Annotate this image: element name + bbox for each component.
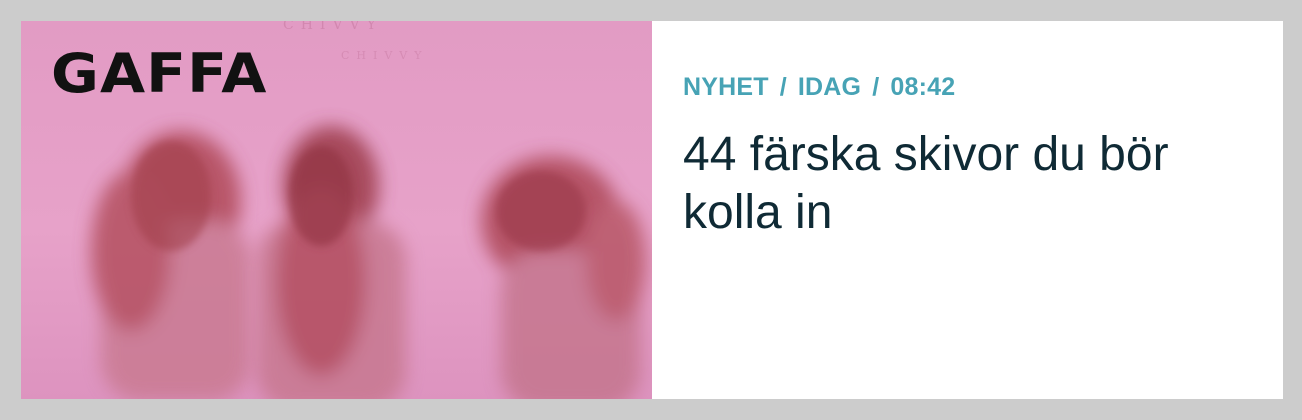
album-text-faint: CHIVVY: [283, 21, 383, 33]
article-image[interactable]: CHIVVY CHIVVY GAFFA: [21, 21, 652, 399]
time-label: 08:42: [890, 73, 956, 101]
meta-separator: /: [779, 73, 787, 101]
meta-separator: /: [872, 73, 880, 101]
article-meta: NYHET / IDAG / 08:42: [683, 73, 1253, 102]
date-label: IDAG: [797, 73, 862, 101]
article-content: NYHET / IDAG / 08:42 44 färska skivor du…: [652, 21, 1283, 399]
article-headline[interactable]: 44 färska skivor du bör kolla in: [683, 126, 1253, 242]
gaffa-logo: GAFFA: [51, 42, 268, 105]
album-text-faint-second: CHIVVY: [341, 49, 429, 62]
category-label[interactable]: NYHET: [683, 73, 769, 102]
article-card[interactable]: CHIVVY CHIVVY GAFFA NYHET / IDAG / 08:42…: [21, 21, 1283, 399]
